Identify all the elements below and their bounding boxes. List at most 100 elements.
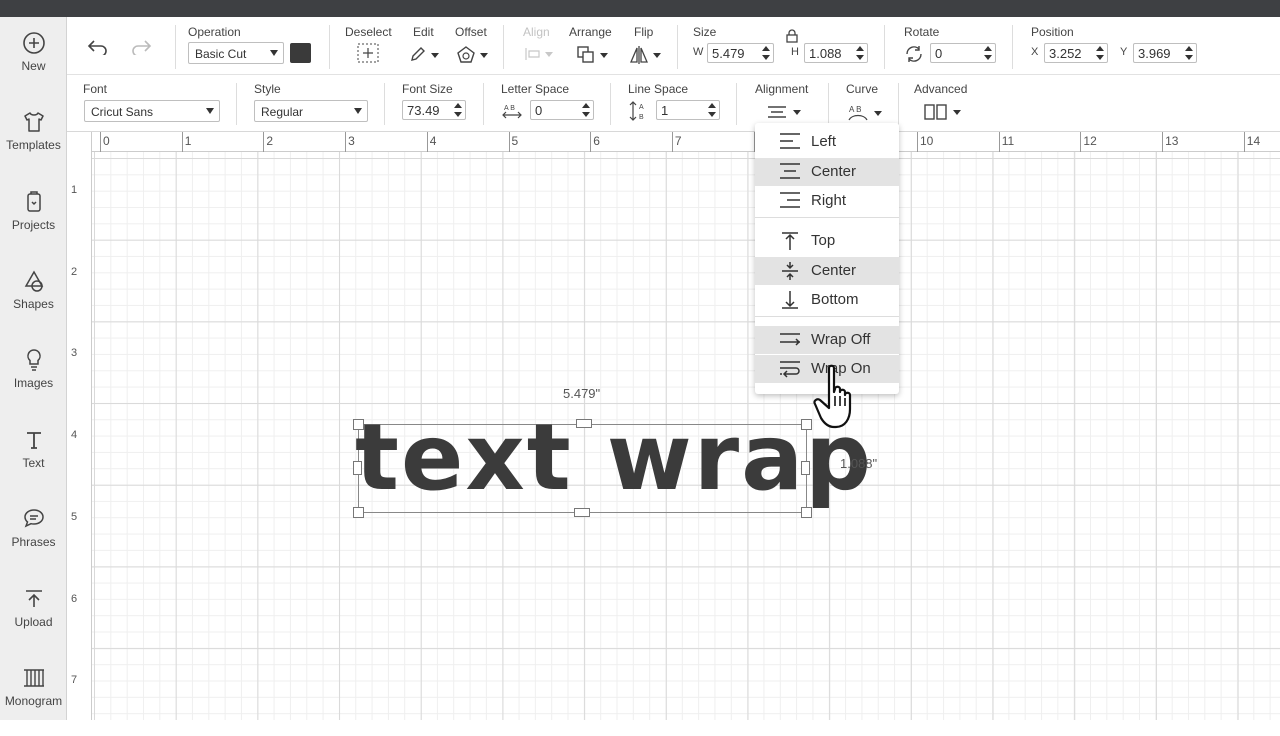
wrap-off-option[interactable]: Wrap Off [755,326,899,354]
font-size-input[interactable]: 73.49 [402,100,466,120]
divider [384,83,385,125]
font-label: Font [83,82,108,96]
sidebar-item-projects[interactable]: Projects [0,190,67,260]
ruler-tick [426,132,428,152]
canvas-text-object[interactable]: text wrap [355,398,871,518]
ruler-tick [181,132,183,152]
divider [898,83,899,125]
ruler-tick [998,132,1000,152]
align-left-option[interactable]: Left [755,128,899,156]
x-position-input[interactable]: 3.252 [1044,43,1108,63]
ruler-number: 7 [674,134,682,148]
letter-space-input[interactable]: 0 [530,100,594,120]
resize-handle[interactable] [353,507,364,518]
alignment-button[interactable] [767,105,803,119]
projects-icon [26,191,41,212]
pencil-icon [411,47,425,61]
arrange-button[interactable] [576,45,610,65]
resize-handle[interactable] [801,461,810,475]
advanced-button[interactable] [924,104,962,122]
width-input[interactable]: 5.479 [707,43,774,63]
flip-button[interactable] [629,45,663,65]
height-value: 1.088 [809,46,842,61]
resize-handle[interactable] [353,461,362,475]
align-button[interactable] [525,47,555,63]
ruler-number: 4 [71,429,78,442]
sidebar-item-label: Images [13,376,54,390]
deselect-label: Deselect [345,25,392,39]
wrap-on-icon [780,361,800,378]
undo-icon[interactable] [87,39,109,55]
letter-space-value: 0 [535,103,543,118]
align-right-option[interactable]: Right [755,187,899,215]
ruler-tick [1162,132,1164,152]
font-select[interactable]: Cricut Sans [84,100,220,122]
width-value: 5.479 [712,46,745,61]
width-label: W [693,46,704,58]
width-dimension-label: 5.479" [563,386,601,401]
operation-select[interactable]: Basic Cut [188,42,284,64]
arrange-label: Arrange [569,25,612,39]
y-label: Y [1120,46,1128,58]
operation-color-swatch[interactable] [290,43,311,63]
sidebar-item-upload[interactable]: Upload [0,587,67,657]
sidebar-item-label: New [21,59,46,73]
ruler-tick [345,132,347,152]
height-input[interactable]: 1.088 [804,43,868,63]
offset-button[interactable] [456,45,488,65]
ruler-tick [100,132,101,152]
resize-handle[interactable] [574,508,590,517]
deselect-icon[interactable] [357,43,379,63]
rotate-input[interactable]: 0 [930,43,996,63]
style-value: Regular [261,105,304,119]
ruler-number: 6 [71,592,78,605]
monogram-icon [23,669,44,687]
y-position-input[interactable]: 3.969 [1133,43,1197,63]
divider [1012,25,1013,69]
align-middle-icon [782,262,798,280]
lock-icon[interactable] [786,29,798,43]
ruler-tick [590,132,592,152]
style-select[interactable]: Regular [254,100,368,122]
x-label: X [1031,46,1039,58]
divider [175,25,176,69]
arrange-icon [577,46,594,63]
divider [828,83,829,125]
redo-icon[interactable] [130,39,152,55]
letter-space-label: Letter Space [501,82,570,96]
sidebar-item-images[interactable]: Images [0,348,67,418]
curve-icon: A B [848,105,868,121]
ruler-number: 2 [71,265,78,278]
align-top-icon [782,232,798,250]
ruler-number: 6 [593,134,600,148]
menu-divider [755,316,899,317]
left-ruler: 1 2 3 4 5 6 7 [68,132,92,720]
sidebar-item-templates[interactable]: Templates [0,110,67,180]
divider [329,25,330,69]
curve-button[interactable]: A B [847,103,883,123]
resize-handle[interactable] [801,507,812,518]
resize-handle[interactable] [576,419,592,428]
alignment-dropdown: Left Center Right Top Center Bottom Wrap… [755,123,899,394]
resize-handle[interactable] [801,419,812,430]
sidebar-item-new[interactable]: New [0,31,67,101]
ruler-number: 4 [429,134,437,148]
sidebar-item-phrases[interactable]: Phrases [0,507,67,577]
ruler-number: 7 [71,674,78,687]
align-middle-option[interactable]: Center [755,257,899,285]
y-position-value: 3.969 [1138,46,1171,61]
sidebar-item-monogram[interactable]: Monogram [0,666,67,736]
align-bottom-option[interactable]: Bottom [755,286,899,314]
option-label: Bottom [811,291,859,308]
resize-handle[interactable] [353,419,364,430]
sidebar-item-shapes[interactable]: Shapes [0,269,67,339]
line-space-input[interactable]: 1 [656,100,720,120]
align-center-option[interactable]: Center [755,158,899,186]
edit-button[interactable] [409,45,439,65]
sidebar-item-text[interactable]: Text [0,428,67,498]
flip-label: Flip [634,25,654,39]
line-space-value: 1 [661,103,669,118]
svg-text:A B: A B [849,105,861,114]
ruler-number: 5 [511,134,519,148]
align-top-option[interactable]: Top [755,227,899,255]
